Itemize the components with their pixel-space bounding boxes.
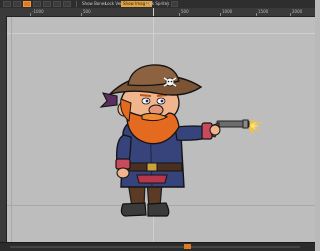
ruler-tick [290,13,291,16]
toolbar-divider-2 [167,1,168,7]
ruler-tick [220,13,221,16]
ruler-tick [256,13,257,16]
hat [107,64,203,96]
ruler-label: 1000 [222,9,233,14]
ruler-tick [30,13,31,16]
ruler-label: 500 [83,9,91,14]
tool-button-3[interactable] [33,1,41,7]
lock-sprites-toggle[interactable]: Lock Sprites [145,1,169,7]
vertical-ruler [0,16,7,242]
ruler-tick [179,13,180,16]
timeline-scrollbar[interactable] [10,246,300,248]
muzzle-flash-icon [248,118,263,135]
ruler-tick [81,13,82,16]
tool-button-5[interactable] [53,1,61,7]
tool-button-4[interactable] [43,1,51,7]
tool-button-1[interactable] [3,1,11,7]
tool-button-active[interactable] [23,1,31,7]
right-arm [174,122,221,141]
scene-canvas[interactable] [7,17,315,242]
ruler-label: 1500 [258,9,269,14]
show-bones-toggle[interactable]: Show Bones [82,1,106,7]
ruler-label: -1000 [32,9,44,14]
tool-button-6[interactable] [63,1,71,7]
ruler-label: 2000 [292,9,303,14]
left-arm [115,134,132,179]
tool-button-2[interactable] [13,1,21,7]
pirate-character-icon[interactable] [7,17,315,242]
playhead-handle[interactable] [184,244,191,249]
ruler-label: 500 [181,9,189,14]
toolbar-divider [76,1,77,7]
horizontal-ruler: -1000 500 500 1000 1500 2000 [0,8,315,17]
ruler-origin-tick [153,8,154,16]
tool-button-7[interactable] [171,1,178,7]
editor-app: Show Bones Lock Vertex Show Images Lock … [0,0,315,251]
